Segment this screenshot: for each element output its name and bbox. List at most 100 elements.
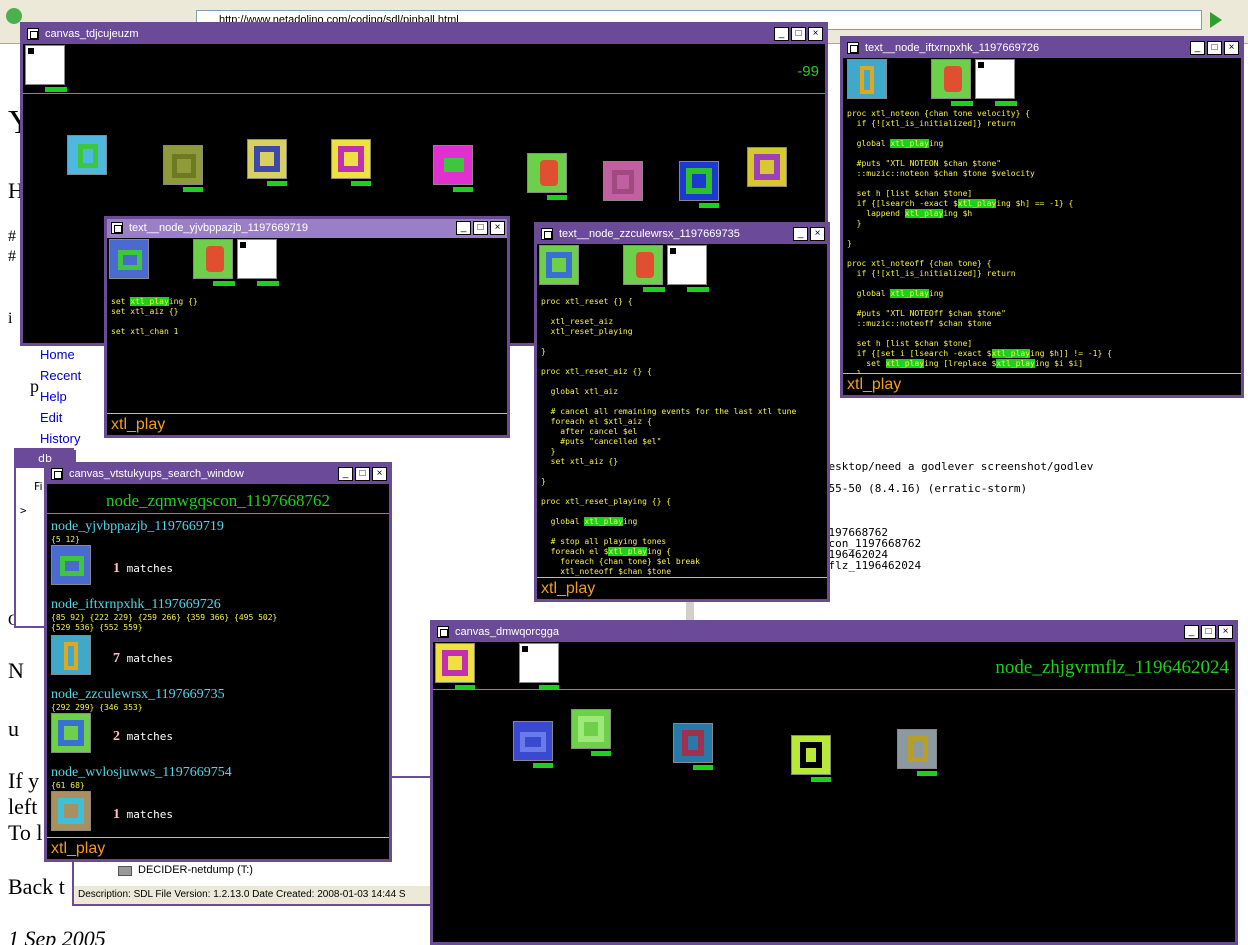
selection-bar: [951, 101, 973, 106]
result-ranges: {5 12}: [51, 535, 80, 544]
selection-bar: [699, 203, 719, 208]
result-name[interactable]: node_iftxrnpxhk_1197669726: [51, 597, 221, 613]
divider: [433, 689, 1235, 690]
node-thumbnail[interactable]: [163, 145, 203, 185]
node-thumbnail[interactable]: [931, 59, 971, 99]
node-thumbnail[interactable]: [603, 161, 643, 201]
minimize-icon[interactable]: _: [1184, 625, 1199, 639]
node-thumbnail[interactable]: [847, 59, 887, 99]
result-thumbnail[interactable]: [51, 635, 91, 675]
nav-history-link[interactable]: History: [40, 428, 96, 449]
selection-bar: [533, 763, 553, 768]
node-thumbnail[interactable]: [193, 239, 233, 279]
result-count: 1 matches: [113, 561, 173, 576]
selection-bar: [267, 181, 287, 186]
node-thumbnail[interactable]: [519, 643, 559, 683]
close-icon[interactable]: ×: [490, 221, 505, 235]
node-thumbnail[interactable]: [527, 153, 567, 193]
node-thumbnail[interactable]: [109, 239, 149, 279]
page-date: 1 Sep 2005: [8, 926, 106, 945]
result-count: 1 matches: [113, 807, 173, 822]
minimize-icon[interactable]: _: [338, 467, 353, 481]
status-line: xtl_play: [537, 577, 827, 599]
titlebar[interactable]: canvas_tdjcujeuzm _ □ ×: [23, 25, 825, 44]
wiki-nav: Home Recent Help Edit History: [40, 344, 96, 452]
close-icon[interactable]: ×: [1224, 41, 1239, 55]
node-thumbnail[interactable]: [975, 59, 1015, 99]
divider: [47, 513, 389, 514]
close-icon[interactable]: ×: [1218, 625, 1233, 639]
go-icon[interactable]: [1210, 12, 1222, 28]
status-line: xtl_play: [843, 373, 1241, 395]
close-icon[interactable]: ×: [810, 227, 825, 241]
node-thumbnail[interactable]: [67, 135, 107, 175]
code-view: proc xtl_noteon {chan tone velocity} { i…: [847, 109, 1112, 395]
window-title: canvas_vtstukyups_search_window: [69, 468, 244, 480]
selection-bar: [45, 87, 67, 92]
window-title: text__node_zzculewrsx_1197669735: [559, 228, 740, 240]
node-thumbnail[interactable]: [435, 643, 475, 683]
counter: -99: [797, 63, 819, 80]
result-thumbnail[interactable]: [51, 545, 91, 585]
minimize-icon[interactable]: _: [793, 227, 808, 241]
node-thumbnail[interactable]: [247, 139, 287, 179]
node-thumbnail[interactable]: [513, 721, 553, 761]
drive-label[interactable]: DECIDER-netdump (T:): [138, 864, 253, 876]
titlebar[interactable]: canvas_dmwqorcgga _ □ ×: [433, 623, 1235, 642]
titlebar[interactable]: text__node_yjvbppazjb_1197669719 _ □ ×: [107, 219, 507, 238]
node-thumbnail[interactable]: [433, 145, 473, 185]
result-count: 2 matches: [113, 729, 173, 744]
titlebar[interactable]: text__node_iftxrnpxhk_1197669726 _ □ ×: [843, 39, 1241, 58]
minimize-icon[interactable]: _: [1190, 41, 1205, 55]
text-window-zzculewrsx: text__node_zzculewrsx_1197669735 _ × proc…: [534, 222, 830, 602]
status-line: xtl_play: [107, 413, 507, 435]
close-icon[interactable]: ×: [372, 467, 387, 481]
node-thumbnail[interactable]: [623, 245, 663, 285]
console-file-menu[interactable]: Fi: [34, 480, 43, 493]
titlebar[interactable]: canvas_vtstukyups_search_window _ □ ×: [47, 465, 389, 484]
node-thumbnail[interactable]: [679, 161, 719, 201]
canvas-window-bottom: canvas_dmwqorcgga _ □ × node_zhjgvrmflz_11…: [430, 620, 1238, 945]
maximize-icon[interactable]: □: [1207, 41, 1222, 55]
titlebar[interactable]: text__node_zzculewrsx_1197669735 _ ×: [537, 225, 827, 244]
result-ranges: {292 299} {346 353}: [51, 703, 143, 712]
node-thumbnail[interactable]: [331, 139, 371, 179]
result-name[interactable]: node_yjvbppazjb_1197669719: [51, 519, 224, 535]
selection-bar: [591, 751, 611, 756]
maximize-icon[interactable]: □: [473, 221, 488, 235]
app-window-icon: [437, 626, 449, 638]
close-icon[interactable]: ×: [808, 27, 823, 41]
console-prompt[interactable]: >: [20, 504, 27, 517]
selection-bar: [693, 765, 713, 770]
result-thumbnail[interactable]: [51, 713, 91, 753]
window-title: canvas_dmwqorcgga: [455, 626, 559, 638]
node-thumbnail[interactable]: [237, 239, 277, 279]
maximize-icon[interactable]: □: [791, 27, 806, 41]
maximize-icon[interactable]: □: [1201, 625, 1216, 639]
node-thumbnail[interactable]: [539, 245, 579, 285]
result-name[interactable]: node_wvlosjuwws_1197669754: [51, 765, 232, 781]
result-thumbnail[interactable]: [51, 791, 91, 831]
node-thumbnail[interactable]: [667, 245, 707, 285]
maximize-icon[interactable]: □: [355, 467, 370, 481]
node-thumbnail[interactable]: [897, 729, 937, 769]
node-thumbnail[interactable]: [747, 147, 787, 187]
node-thumbnail[interactable]: [791, 735, 831, 775]
nav-edit-link[interactable]: Edit: [40, 407, 96, 428]
result-name[interactable]: node_zzculewrsx_1197669735: [51, 687, 225, 703]
minimize-icon[interactable]: _: [456, 221, 471, 235]
drive-icon: [118, 866, 132, 876]
selection-bar: [213, 281, 235, 286]
selection-bar: [183, 187, 203, 192]
node-thumbnail[interactable]: [571, 709, 611, 749]
node-thumbnail[interactable]: [25, 45, 65, 85]
result-ranges: {61 68}: [51, 781, 85, 790]
nav-help-link[interactable]: Help: [40, 386, 96, 407]
result-count: 7 matches: [113, 651, 173, 666]
nav-home-link[interactable]: Home: [40, 344, 96, 365]
minimize-icon[interactable]: _: [774, 27, 789, 41]
text-window-yjvbppazjb: text__node_yjvbppazjb_1197669719 _ □ × set…: [104, 216, 510, 438]
nav-recent-link[interactable]: Recent: [40, 365, 96, 386]
node-thumbnail[interactable]: [673, 723, 713, 763]
node-label: node_zhjgvrmflz_1196462024: [995, 657, 1229, 678]
